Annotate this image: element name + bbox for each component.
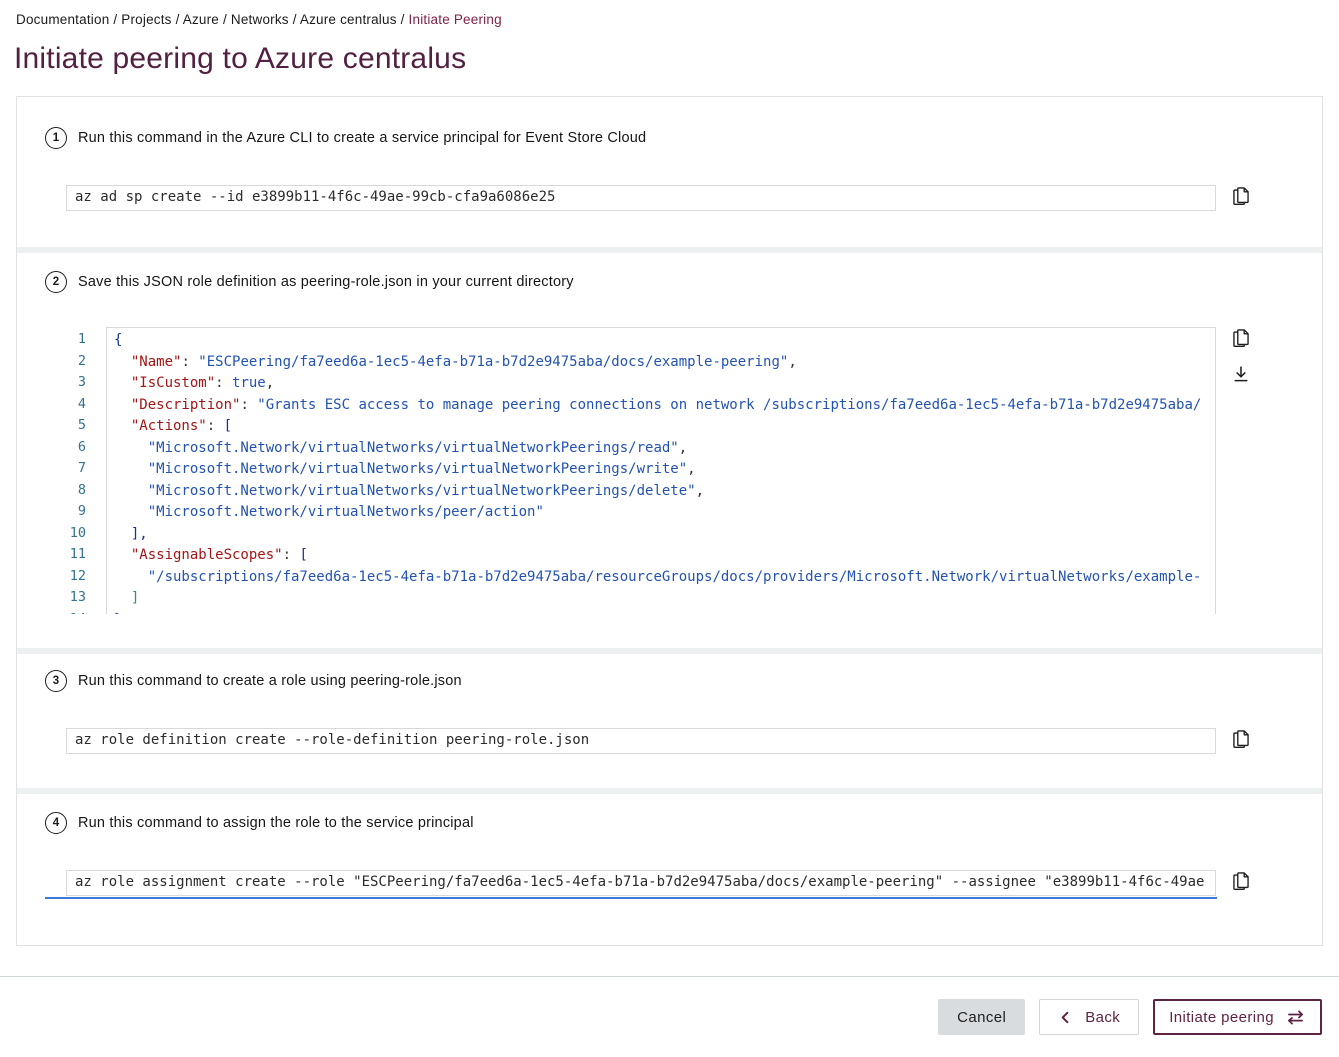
breadcrumb-item[interactable]: Projects xyxy=(121,12,171,27)
line-number: 14 xyxy=(45,609,86,615)
code-line: { xyxy=(114,330,1215,352)
step-2-label: Save this JSON role definition as peerin… xyxy=(78,274,574,290)
copy-icon xyxy=(1230,327,1252,349)
editor-code[interactable]: { "Name": "ESCPeering/fa7eed6a-1ec5-4efa… xyxy=(106,327,1216,614)
code-line: "Microsoft.Network/virtualNetworks/virtu… xyxy=(114,438,1215,460)
editor-gutter: 1234567891011121314 xyxy=(45,327,106,614)
code-line: "Microsoft.Network/virtualNetworks/peer/… xyxy=(114,502,1215,524)
line-number: 4 xyxy=(45,394,86,416)
step-3-number: 3 xyxy=(45,670,67,692)
breadcrumb-separator: / xyxy=(219,12,231,27)
page-title: Initiate peering to Azure centralus xyxy=(14,42,1323,76)
code-line: "/subscriptions/fa7eed6a-1ec5-4efa-b71a-… xyxy=(114,567,1215,589)
step-2-section: 2 Save this JSON role definition as peer… xyxy=(17,253,1322,648)
create-sp-command-field[interactable]: az ad sp create --id e3899b11-4f6c-49ae-… xyxy=(66,185,1216,211)
step-1-label: Run this command in the Azure CLI to cre… xyxy=(78,130,646,146)
chevron-left-icon xyxy=(1058,1010,1073,1025)
breadcrumb-item[interactable]: Azure xyxy=(183,12,219,27)
step-2-number: 2 xyxy=(45,271,67,293)
copy-icon xyxy=(1230,728,1252,750)
step-4-label: Run this command to assign the role to t… xyxy=(78,815,474,831)
line-number: 6 xyxy=(45,437,86,459)
copy-icon xyxy=(1230,870,1252,892)
footer-divider xyxy=(0,976,1339,977)
line-number: 8 xyxy=(45,480,86,502)
code-line: "IsCustom": true, xyxy=(114,373,1215,395)
footer-actions: Cancel Back Initiate peering xyxy=(0,999,1339,1035)
breadcrumb-separator: / xyxy=(289,12,300,27)
breadcrumb-item[interactable]: Networks xyxy=(231,12,289,27)
breadcrumb-separator: / xyxy=(172,12,183,27)
copy-create-role-button[interactable] xyxy=(1230,728,1252,750)
line-number: 5 xyxy=(45,415,86,437)
copy-create-sp-button[interactable] xyxy=(1230,185,1252,207)
initiate-peering-button[interactable]: Initiate peering xyxy=(1153,999,1322,1035)
step-1-section: 1 Run this command in the Azure CLI to c… xyxy=(17,97,1322,247)
transfer-arrows-icon xyxy=(1285,1007,1306,1028)
download-role-json-button[interactable] xyxy=(1230,363,1252,385)
line-number: 2 xyxy=(45,351,86,373)
line-number: 12 xyxy=(45,566,86,588)
line-number: 3 xyxy=(45,372,86,394)
assign-role-command-field[interactable]: az role assignment create --role "ESCPee… xyxy=(66,870,1216,896)
copy-icon xyxy=(1230,185,1252,207)
json-role-editor[interactable]: 1234567891011121314 { "Name": "ESCPeerin… xyxy=(45,327,1216,614)
step-1-number: 1 xyxy=(45,127,67,149)
field-scrollbar[interactable] xyxy=(45,897,1217,899)
step-4-section: 4 Run this command to assign the role to… xyxy=(17,794,1322,945)
code-line: "Description": "Grants ESC access to man… xyxy=(114,395,1215,417)
step-3-section: 3 Run this command to create a role usin… xyxy=(17,654,1322,788)
code-line: "Microsoft.Network/virtualNetworks/virtu… xyxy=(114,459,1215,481)
create-role-command-field[interactable]: az role definition create --role-definit… xyxy=(66,728,1216,754)
copy-assign-role-button[interactable] xyxy=(1230,870,1252,892)
line-number: 7 xyxy=(45,458,86,480)
code-line: } xyxy=(114,610,1215,615)
code-line: ], xyxy=(114,524,1215,546)
back-button[interactable]: Back xyxy=(1039,999,1139,1035)
initiate-peering-label: Initiate peering xyxy=(1169,1009,1274,1026)
breadcrumb-item[interactable]: Documentation xyxy=(16,12,109,27)
download-icon xyxy=(1230,363,1252,385)
line-number: 11 xyxy=(45,544,86,566)
step-4-number: 4 xyxy=(45,812,67,834)
line-number: 1 xyxy=(45,329,86,351)
breadcrumb-item: Initiate Peering xyxy=(409,12,502,27)
copy-role-json-button[interactable] xyxy=(1230,327,1252,349)
breadcrumb-separator: / xyxy=(109,12,121,27)
code-line: "Name": "ESCPeering/fa7eed6a-1ec5-4efa-b… xyxy=(114,352,1215,374)
code-line: "AssignableScopes": [ xyxy=(114,545,1215,567)
line-number: 9 xyxy=(45,501,86,523)
back-button-label: Back xyxy=(1085,1009,1120,1026)
breadcrumb-item[interactable]: Azure centralus xyxy=(300,12,397,27)
code-line: "Actions": [ xyxy=(114,416,1215,438)
step-3-label: Run this command to create a role using … xyxy=(78,673,462,689)
cancel-button[interactable]: Cancel xyxy=(938,999,1025,1035)
stepper-card: 1 Run this command in the Azure CLI to c… xyxy=(16,96,1323,946)
code-line: ] xyxy=(114,588,1215,610)
line-number: 13 xyxy=(45,587,86,609)
breadcrumb: Documentation / Projects / Azure / Netwo… xyxy=(0,0,1339,27)
line-number: 10 xyxy=(45,523,86,545)
breadcrumb-separator: / xyxy=(397,12,409,27)
code-line: "Microsoft.Network/virtualNetworks/virtu… xyxy=(114,481,1215,503)
